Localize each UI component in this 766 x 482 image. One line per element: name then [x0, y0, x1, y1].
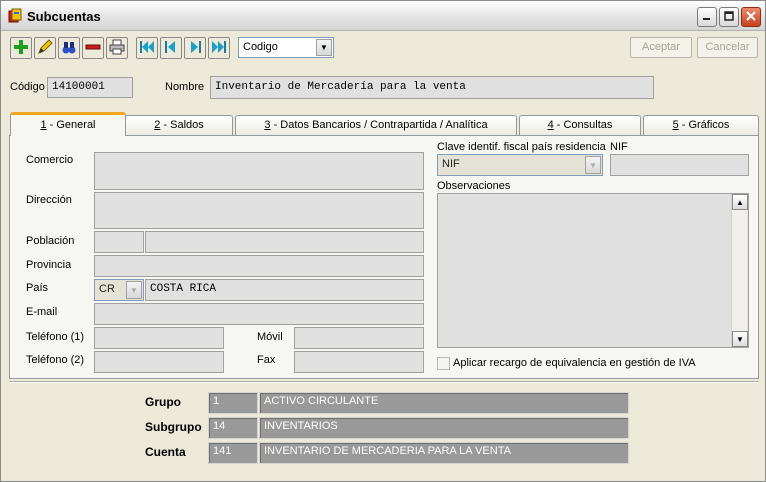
accept-button[interactable]: Aceptar — [630, 37, 692, 58]
chevron-up-icon: ▲ — [736, 197, 744, 207]
observaciones-label: Observaciones — [437, 180, 511, 192]
cuenta-code-field: 141 — [208, 442, 258, 464]
poblacion-label: Población — [26, 235, 75, 247]
chevron-down-icon: ▼ — [736, 334, 744, 344]
toolbar: Codigo ▼ Aceptar Cancelar — [1, 33, 765, 63]
direccion-field[interactable] — [94, 192, 424, 229]
name-field[interactable]: Inventario de Mercadería para la venta — [210, 76, 654, 99]
close-icon — [746, 10, 756, 24]
tab-panel-general: Comercio Dirección Población Provincia P… — [9, 135, 759, 379]
telefono2-field[interactable] — [94, 351, 224, 373]
pais-name-field[interactable]: COSTA RICA — [145, 279, 424, 301]
movil-label: Móvil — [257, 331, 283, 343]
provincia-field[interactable] — [94, 255, 424, 277]
telefono1-field[interactable] — [94, 327, 224, 349]
minus-icon — [85, 39, 101, 58]
tab-datos-bancarios[interactable]: 3 - Datos Bancarios / Contrapartida / An… — [235, 115, 517, 135]
add-button[interactable] — [10, 37, 32, 59]
search-button[interactable] — [58, 37, 80, 59]
codigo-postal-field[interactable] — [94, 231, 144, 253]
title-bar: Subcuentas — [1, 1, 765, 31]
order-select[interactable]: Codigo ▼ — [238, 37, 334, 58]
delete-button[interactable] — [82, 37, 104, 59]
pais-code-select[interactable]: CR ▼ — [94, 279, 144, 301]
print-button[interactable] — [106, 37, 128, 59]
email-label: E-mail — [26, 306, 58, 318]
cancel-button[interactable]: Cancelar — [697, 37, 758, 58]
grupo-label: Grupo — [145, 395, 181, 409]
tab-general[interactable]: 1 - General — [10, 112, 126, 136]
chevron-down-icon: ▼ — [126, 281, 142, 299]
plus-icon — [13, 39, 29, 58]
name-label: Nombre — [165, 81, 205, 93]
edit-button[interactable] — [34, 37, 56, 59]
close-button[interactable] — [741, 7, 761, 27]
fax-label: Fax — [257, 354, 276, 366]
clave-fiscal-select[interactable]: NIF ▼ — [437, 154, 603, 176]
next-icon — [187, 39, 203, 58]
tab-consultas[interactable]: 4 - Consultas — [519, 115, 641, 135]
minimize-icon — [702, 11, 712, 24]
first-icon — [139, 39, 155, 58]
scroll-down-button[interactable]: ▼ — [732, 331, 748, 347]
nif-label: NIF — [610, 141, 628, 153]
chevron-down-icon: ▼ — [316, 39, 332, 56]
email-field[interactable] — [94, 303, 424, 325]
clave-fiscal-value: NIF — [442, 158, 460, 170]
provincia-label: Provincia — [26, 259, 72, 271]
cuenta-name-field: INVENTARIO DE MERCADERIA PARA LA VENTA — [259, 442, 629, 464]
grupo-name-field: ACTIVO CIRCULANTE — [259, 392, 629, 414]
pais-label: País — [26, 282, 49, 294]
app-book-icon — [7, 8, 23, 24]
code-field[interactable]: 14100001 — [47, 77, 133, 98]
subgrupo-code-field: 14 — [208, 417, 258, 439]
telefono1-label: Teléfono (1) — [26, 331, 85, 343]
prev-record-button[interactable] — [160, 37, 182, 59]
prev-icon — [163, 39, 179, 58]
observaciones-scrollbar[interactable]: ▲ ▼ — [731, 194, 748, 347]
recargo-checkbox[interactable] — [437, 357, 450, 370]
chevron-down-icon: ▼ — [585, 156, 601, 174]
next-record-button[interactable] — [184, 37, 206, 59]
first-record-button[interactable] — [136, 37, 158, 59]
comercio-label: Comercio — [26, 154, 74, 166]
subgrupo-name-field: INVENTARIOS — [259, 417, 629, 439]
binoculars-icon — [61, 39, 77, 58]
bottom-separator — [9, 381, 759, 383]
pais-code-value: CR — [99, 283, 115, 295]
movil-field[interactable] — [294, 327, 424, 349]
fax-field[interactable] — [294, 351, 424, 373]
clave-fiscal-label: Clave identif. fiscal país residencia — [437, 141, 606, 153]
comercio-field[interactable] — [94, 152, 424, 190]
cuenta-label: Cuenta — [145, 445, 186, 459]
maximize-button[interactable] — [719, 7, 739, 27]
scroll-up-button[interactable]: ▲ — [732, 194, 748, 210]
grupo-code-field: 1 — [208, 392, 258, 414]
nif-field[interactable] — [610, 154, 749, 176]
poblacion-field[interactable] — [145, 231, 424, 253]
window-title: Subcuentas — [27, 9, 101, 24]
observaciones-textarea[interactable] — [437, 193, 749, 348]
maximize-icon — [724, 10, 734, 24]
subcuentas-window: Subcuentas Codigo ▼ Aceptar Cancelar Cód… — [0, 0, 766, 482]
printer-icon — [109, 39, 125, 58]
subgrupo-label: Subgrupo — [145, 420, 202, 434]
last-record-button[interactable] — [208, 37, 230, 59]
minimize-button[interactable] — [697, 7, 717, 27]
last-icon — [211, 39, 227, 58]
code-label: Código — [10, 81, 45, 93]
direccion-label: Dirección — [26, 194, 72, 206]
pencil-icon — [37, 38, 53, 58]
tab-graficos[interactable]: 5 - Gráficos — [643, 115, 759, 135]
recargo-label: Aplicar recargo de equivalencia en gesti… — [453, 357, 696, 369]
tab-saldos[interactable]: 2 - Saldos — [125, 115, 233, 135]
order-select-value: Codigo — [243, 41, 278, 53]
telefono2-label: Teléfono (2) — [26, 354, 85, 366]
